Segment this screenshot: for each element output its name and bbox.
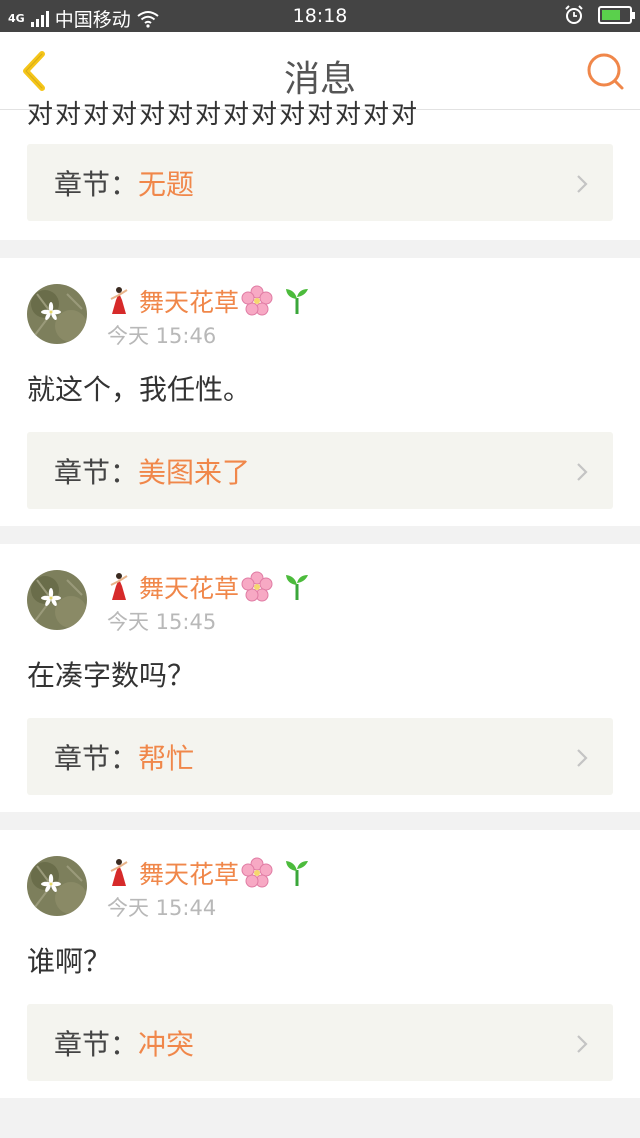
chapter-label: 章节：: [54, 167, 139, 201]
chevron-right-icon: [577, 175, 588, 193]
chapter-label: 章节：: [54, 1027, 139, 1061]
alarm-icon: [565, 5, 583, 24]
username[interactable]: 舞天花草: [139, 283, 239, 319]
chapter-link[interactable]: 章节： 冲突: [27, 1004, 613, 1081]
avatar[interactable]: [27, 570, 87, 630]
dancer-emoji-icon: [110, 859, 128, 886]
message-card: 舞天花草 今天 15:46 就这个，我任性。 章节： 美图来了: [0, 258, 640, 526]
seedling-icon: [286, 289, 309, 314]
cherry-blossom-icon: [241, 571, 273, 602]
message-header: 舞天花草 今天 15:46: [27, 284, 613, 348]
message-text: 就这个，我任性。: [27, 373, 252, 406]
username-row: 舞天花草: [107, 570, 311, 604]
chapter-label: 章节：: [54, 741, 139, 775]
seedling-icon: [286, 861, 309, 886]
dancer-emoji-icon: [110, 287, 128, 314]
avatar[interactable]: [27, 284, 87, 344]
message-time: 今天 15:45: [107, 610, 217, 634]
cherry-blossom-icon: [241, 285, 273, 316]
message-header: 舞天花草 今天 15:44: [27, 856, 613, 920]
username-row: 舞天花草: [107, 856, 311, 890]
search-icon[interactable]: [586, 52, 626, 92]
dancer-emoji-icon: [110, 573, 128, 600]
avatar[interactable]: [27, 856, 87, 916]
chapter-name: 美图来了: [138, 455, 251, 489]
message-text: 对对对对对对对对对对对对对对: [27, 100, 420, 130]
chapter-link[interactable]: 章节： 无题: [27, 144, 613, 221]
message-card: 舞天花草 今天 15:44 谁啊？ 章节： 冲突: [0, 830, 640, 1098]
message-time: 今天 15:46: [107, 324, 217, 348]
status-bar: 4G 中国移动 18:18: [0, 0, 640, 32]
message-time: 今天 15:44: [107, 896, 217, 920]
chapter-name: 无题: [138, 167, 195, 201]
username[interactable]: 舞天花草: [139, 569, 239, 605]
message-header: 舞天花草 今天 15:45: [27, 570, 613, 634]
chapter-label: 章节：: [54, 455, 139, 489]
status-right: [564, 5, 635, 25]
chapter-name: 冲突: [138, 1027, 195, 1061]
message-text: 在凑字数吗？: [27, 659, 196, 692]
chevron-right-icon: [577, 749, 588, 767]
chevron-right-icon: [577, 1035, 588, 1053]
cherry-blossom-icon: [241, 857, 273, 888]
chevron-right-icon: [577, 463, 588, 481]
message-list: 对对对对对对对对对对对对对对 章节： 无题 舞天花草 今天 15:46 就这个，…: [0, 100, 640, 1116]
seedling-icon: [286, 575, 309, 600]
battery-icon: [598, 6, 635, 24]
username[interactable]: 舞天花草: [139, 855, 239, 891]
chapter-link[interactable]: 章节： 帮忙: [27, 718, 613, 795]
chapter-name: 帮忙: [138, 741, 195, 775]
status-time: 18:18: [292, 5, 348, 27]
chapter-link[interactable]: 章节： 美图来了: [27, 432, 613, 509]
message-card: 对对对对对对对对对对对对对对 章节： 无题: [0, 100, 640, 240]
battery-level: [602, 10, 621, 20]
message-text: 谁啊？: [27, 945, 112, 978]
username-row: 舞天花草: [107, 284, 311, 318]
message-card: 舞天花草 今天 15:45 在凑字数吗？ 章节： 帮忙: [0, 544, 640, 812]
